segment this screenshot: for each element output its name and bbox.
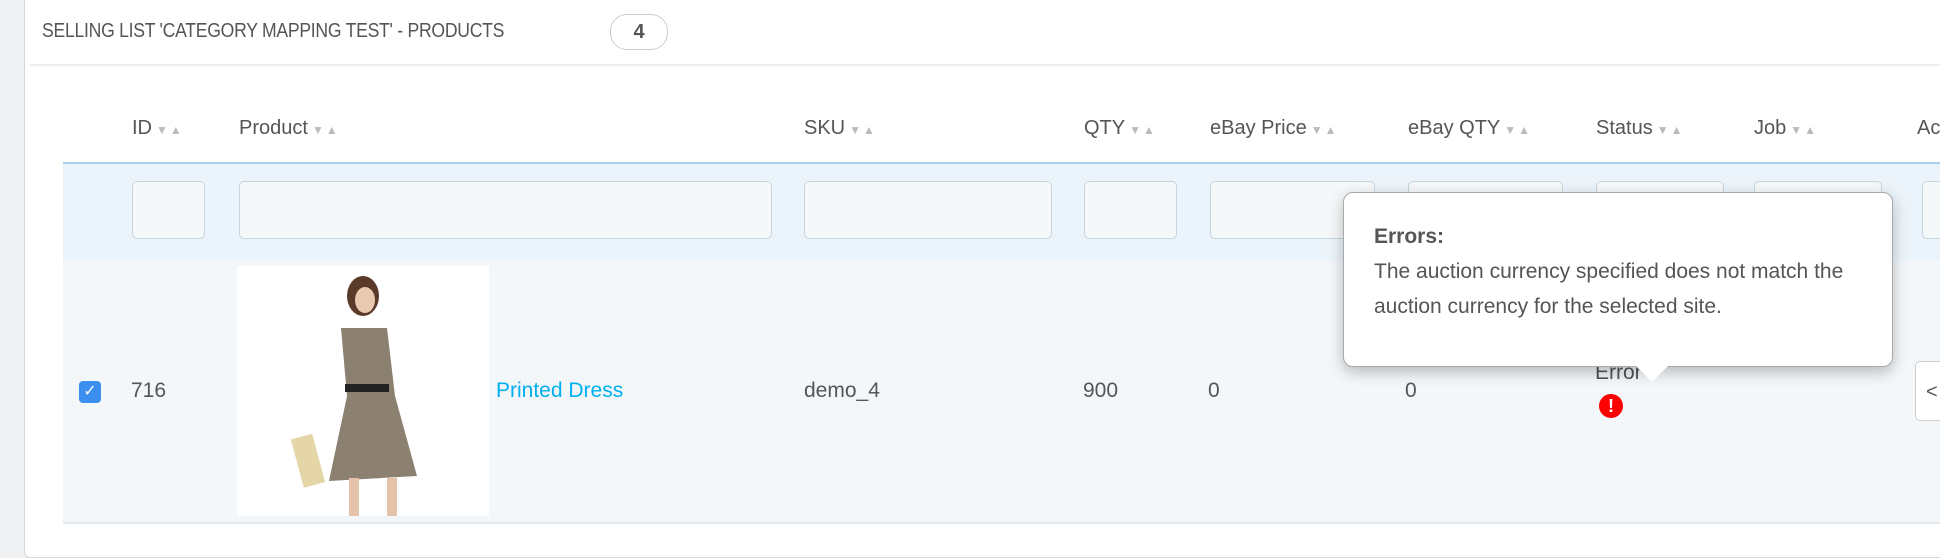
filter-action-button[interactable] (1922, 181, 1940, 239)
column-header-ebay-qty[interactable]: eBay QTY ▼▲ (1408, 117, 1532, 140)
cell-ebay-price: 0 (1208, 379, 1220, 402)
column-header-ebay-price[interactable]: eBay Price ▼▲ (1210, 117, 1338, 140)
sort-icon[interactable]: ▼▲ (312, 123, 340, 137)
divider (30, 64, 1940, 66)
header-label: Status (1596, 117, 1653, 139)
dress-photo (290, 276, 417, 516)
header-label: SKU (804, 117, 846, 139)
column-header-product[interactable]: Product ▼▲ (239, 117, 340, 140)
column-header-job[interactable]: Job ▼▲ (1754, 117, 1818, 140)
column-header-action: Ac (1917, 117, 1940, 140)
sort-icon[interactable]: ▼▲ (156, 123, 184, 137)
cell-ebay-qty: 0 (1405, 379, 1417, 402)
view-button[interactable]: < (1915, 361, 1940, 421)
eye-icon: < (1926, 381, 1938, 403)
sort-icon[interactable]: ▼▲ (1129, 123, 1157, 137)
header-label: Ac (1917, 117, 1940, 139)
sort-icon[interactable]: ▼▲ (1790, 123, 1818, 137)
error-tooltip: Errors: The auction currency specified d… (1343, 192, 1893, 382)
filter-qty-input[interactable] (1084, 181, 1177, 239)
header-label: Job (1754, 117, 1787, 139)
column-header-status[interactable]: Status ▼▲ (1596, 117, 1684, 140)
exclamation-circle-icon[interactable]: ! (1599, 394, 1623, 418)
tooltip-message: The auction currency specified does not … (1374, 260, 1844, 318)
cell-sku: demo_4 (804, 379, 880, 402)
product-link[interactable]: Printed Dress (496, 379, 623, 403)
sort-icon[interactable]: ▼▲ (1504, 123, 1532, 137)
column-header-id[interactable]: ID ▼▲ (132, 117, 184, 140)
row-checkbox[interactable]: ✓ (79, 381, 101, 403)
filter-product-input[interactable] (239, 181, 772, 239)
column-header-sku[interactable]: SKU ▼▲ (804, 117, 877, 140)
cell-qty: 900 (1083, 379, 1119, 402)
product-count-badge: 4 (610, 14, 668, 50)
header-label: eBay QTY (1408, 117, 1501, 139)
column-header-qty[interactable]: QTY ▼▲ (1084, 117, 1157, 140)
sort-icon[interactable]: ▼▲ (849, 123, 877, 137)
header-label: eBay Price (1210, 117, 1307, 139)
filter-sku-input[interactable] (804, 181, 1052, 239)
header-label: Product (239, 117, 308, 139)
product-image (237, 266, 489, 516)
header-label: ID (132, 117, 152, 139)
sort-icon[interactable]: ▼▲ (1657, 123, 1685, 137)
check-icon: ✓ (83, 383, 97, 400)
filter-id-input[interactable] (132, 181, 205, 239)
tooltip-title: Errors: (1374, 225, 1445, 248)
header-label: QTY (1084, 117, 1126, 139)
cell-id: 716 (131, 379, 167, 402)
panel-title: SELLING LIST 'CATEGORY MAPPING TEST' - P… (42, 20, 505, 42)
sort-icon[interactable]: ▼▲ (1311, 123, 1339, 137)
